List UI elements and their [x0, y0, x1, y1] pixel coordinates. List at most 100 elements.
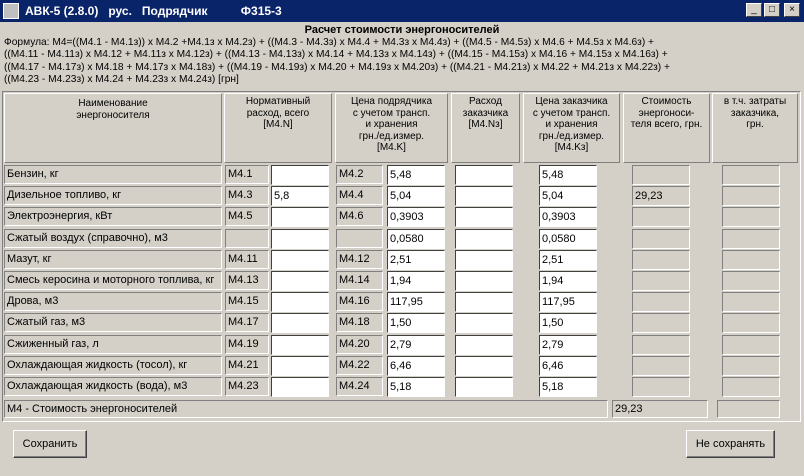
window-title: АВК-5 (2.8.0) рус. Подрядчик Ф315-3: [25, 4, 282, 18]
row-label: Бензин, кг: [4, 165, 222, 184]
contractor-price-input[interactable]: 2,79: [387, 334, 445, 355]
cost-value: [632, 313, 690, 334]
customer-price-input[interactable]: 0,3903: [539, 207, 597, 228]
customer-price-input[interactable]: 117,95: [539, 292, 597, 313]
row-code-norm: М4.13: [225, 271, 269, 290]
norm-qty-input[interactable]: [271, 355, 329, 376]
customer-use-input[interactable]: [455, 355, 513, 376]
row-code-price: М4.24: [336, 377, 383, 396]
norm-qty-input[interactable]: [271, 249, 329, 270]
customer-cost-value: [722, 377, 780, 397]
customer-cost-value: [722, 207, 780, 228]
customer-use-input[interactable]: [455, 186, 513, 207]
formula-line: ((М4.11 - М4.11з) x М4.12 + М4.11з x М4.…: [4, 49, 668, 61]
save-button[interactable]: Сохранить: [13, 430, 87, 458]
row-code-norm: М4.11: [225, 249, 269, 269]
norm-qty-input[interactable]: [271, 271, 329, 291]
row-label: Охлаждающая жидкость (вода), м3: [4, 377, 222, 396]
customer-price-input[interactable]: 1,50: [539, 313, 597, 334]
row-label: Дизельное топливо, кг: [4, 186, 222, 206]
customer-cost-value: [722, 292, 780, 313]
customer-use-input[interactable]: [455, 228, 513, 249]
contractor-price-input[interactable]: 1,94: [387, 271, 445, 291]
customer-price-input[interactable]: 5,18: [539, 377, 597, 397]
row-code-price: М4.16: [336, 292, 383, 312]
norm-qty-input[interactable]: 5,8: [271, 186, 329, 207]
customer-price-input[interactable]: 2,51: [539, 249, 597, 270]
row-label: Охлаждающая жидкость (тосол), кг: [4, 355, 222, 375]
customer-use-input[interactable]: [455, 249, 513, 270]
norm-qty-input[interactable]: [271, 313, 329, 334]
customer-cost-value: [722, 186, 780, 207]
row-code-price: М4.18: [336, 313, 383, 333]
customer-use-input[interactable]: [455, 377, 513, 397]
row-code-price: [336, 228, 383, 248]
row-code-norm: М4.15: [225, 292, 269, 312]
row-label: Дрова, м3: [4, 292, 222, 312]
customer-price-input[interactable]: 5,48: [539, 165, 597, 185]
norm-qty-input[interactable]: [271, 228, 329, 249]
customer-price-input[interactable]: 5,04: [539, 186, 597, 207]
row-code-norm: М4.19: [225, 334, 269, 354]
cost-value: [632, 207, 690, 228]
norm-qty-input[interactable]: [271, 165, 329, 185]
customer-price-input[interactable]: 6,46: [539, 355, 597, 376]
row-code-norm: М4.3: [225, 186, 269, 206]
customer-cost-value: [722, 271, 780, 291]
row-code-price: М4.2: [336, 165, 383, 184]
row-code-price: М4.12: [336, 249, 383, 269]
minimize-button[interactable]: _: [746, 3, 762, 17]
cost-value: [632, 249, 690, 270]
form-heading: Расчет стоимости энергоносителей: [304, 24, 500, 36]
row-code-price: М4.4: [336, 186, 383, 206]
customer-use-input[interactable]: [455, 334, 513, 355]
total-value: 29,23: [612, 400, 708, 418]
contractor-price-input[interactable]: 5,48: [387, 165, 445, 185]
norm-qty-input[interactable]: [271, 292, 329, 313]
cost-value: [632, 355, 690, 376]
customer-price-input[interactable]: 2,79: [539, 334, 597, 355]
row-label: Сжатый воздух (справочно), м3: [4, 228, 222, 248]
row-code-norm: [225, 228, 269, 248]
norm-qty-input[interactable]: [271, 207, 329, 228]
customer-use-input[interactable]: [455, 292, 513, 313]
title-bar: АВК-5 (2.8.0) рус. Подрядчик Ф315-3 _ □ …: [0, 0, 804, 22]
contractor-price-input[interactable]: 0,3903: [387, 207, 445, 228]
contractor-price-input[interactable]: 0,0580: [387, 228, 445, 249]
contractor-price-input[interactable]: 117,95: [387, 292, 445, 313]
row-code-norm: М4.23: [225, 377, 269, 396]
customer-price-input[interactable]: 1,94: [539, 271, 597, 291]
header-cost: Стоимость энергоноси- теля всего, грн.: [623, 93, 710, 163]
no-save-button[interactable]: Не сохранять: [686, 430, 775, 458]
contractor-price-input[interactable]: 5,04: [387, 186, 445, 207]
cost-value: [632, 377, 690, 397]
row-label: Электроэнергия, кВт: [4, 207, 222, 227]
customer-use-input[interactable]: [455, 271, 513, 291]
cost-value: [632, 271, 690, 291]
maximize-button[interactable]: □: [764, 3, 780, 17]
norm-qty-input[interactable]: [271, 334, 329, 355]
row-code-price: М4.14: [336, 271, 383, 290]
contractor-price-input[interactable]: 1,50: [387, 313, 445, 334]
header-norm: Нормативный расход, всего [М4.N]: [224, 93, 332, 163]
cost-value: [632, 228, 690, 249]
customer-use-input[interactable]: [455, 207, 513, 228]
formula-line: Формула: М4=((М4.1 - М4.1з)) x М4.2 +М4.…: [4, 37, 654, 48]
customer-use-input[interactable]: [455, 313, 513, 334]
contractor-price-input[interactable]: 2,51: [387, 249, 445, 270]
row-code-norm: М4.5: [225, 207, 269, 227]
customer-price-input[interactable]: 0,0580: [539, 228, 597, 249]
customer-cost-value: [722, 228, 780, 249]
norm-qty-input[interactable]: [271, 377, 329, 397]
row-code-price: М4.6: [336, 207, 383, 227]
close-button[interactable]: ×: [784, 3, 800, 17]
customer-use-input[interactable]: [455, 165, 513, 185]
customer-cost-value: [722, 313, 780, 334]
cost-value: 29,23: [632, 186, 690, 207]
customer-cost-value: [722, 165, 780, 185]
contractor-price-input[interactable]: 5,18: [387, 377, 445, 397]
header-customer-cost: в т.ч. затраты заказчика, грн.: [712, 93, 798, 163]
cost-value: [632, 165, 690, 185]
contractor-price-input[interactable]: 6,46: [387, 355, 445, 376]
row-label: Смесь керосина и моторного топлива, кг: [4, 271, 222, 290]
